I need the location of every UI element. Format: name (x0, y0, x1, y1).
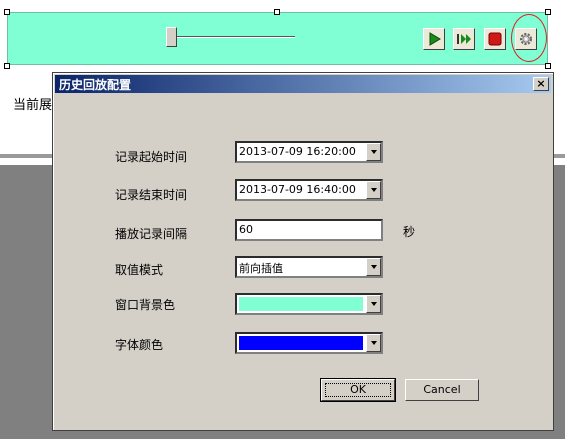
progress-slider-thumb[interactable] (166, 27, 177, 47)
mode-select[interactable]: 前向插值 (235, 256, 383, 278)
font-color-label: 字体颜色 (115, 338, 164, 352)
selection-handle[interactable] (4, 63, 10, 69)
selection-handle[interactable] (4, 9, 10, 15)
history-playback-dialog: 历史回放配置 × 记录起始时间 2013-07-09 16:20:00 记录结束… (52, 72, 554, 431)
selection-handle[interactable] (274, 9, 280, 15)
progress-slider-track[interactable] (172, 36, 295, 38)
ok-button[interactable]: OK (320, 378, 396, 402)
stop-button[interactable] (484, 28, 506, 50)
stop-icon (488, 32, 502, 46)
play-button[interactable] (423, 28, 445, 50)
interval-unit: 秒 (403, 225, 416, 239)
font-color-swatch (239, 336, 363, 350)
cancel-button[interactable]: Cancel (405, 379, 479, 401)
cancel-button-label: Cancel (423, 383, 461, 396)
chevron-down-icon[interactable] (366, 258, 381, 276)
window-bg-color-swatch (239, 297, 363, 311)
dialog-titlebar[interactable]: 历史回放配置 × (55, 75, 551, 93)
start-time-picker[interactable]: 2013-07-09 16:20:00 (235, 141, 383, 163)
background-label: 当前展 (13, 98, 53, 113)
chevron-down-icon[interactable] (366, 334, 381, 352)
selection-handle[interactable] (545, 63, 551, 69)
start-time-label: 记录起始时间 (115, 150, 188, 164)
window-bg-label: 窗口背景色 (115, 298, 176, 312)
end-time-label: 记录结束时间 (115, 188, 188, 202)
fast-forward-icon (457, 34, 471, 44)
end-time-value: 2013-07-09 16:40:00 (239, 183, 356, 196)
mode-value: 前向插值 (239, 262, 283, 275)
chevron-down-icon[interactable] (366, 295, 381, 313)
highlight-circle (511, 14, 547, 62)
font-color-picker[interactable] (235, 332, 383, 354)
selection-handle[interactable] (545, 9, 551, 15)
focus-rect (325, 383, 391, 397)
start-time-value: 2013-07-09 16:20:00 (239, 145, 356, 158)
window-bg-color-picker[interactable] (235, 293, 383, 315)
play-icon (429, 32, 441, 46)
interval-input[interactable]: 60 (235, 219, 383, 241)
mode-label: 取值模式 (115, 263, 164, 277)
close-button[interactable]: × (533, 77, 549, 91)
interval-label: 播放记录间隔 (115, 227, 188, 241)
chevron-down-icon[interactable] (366, 181, 381, 199)
end-time-picker[interactable]: 2013-07-09 16:40:00 (235, 179, 383, 201)
dialog-title: 历史回放配置 (59, 78, 132, 92)
interval-value: 60 (239, 223, 253, 236)
fast-forward-button[interactable] (453, 28, 475, 50)
chevron-down-icon[interactable] (366, 143, 381, 161)
